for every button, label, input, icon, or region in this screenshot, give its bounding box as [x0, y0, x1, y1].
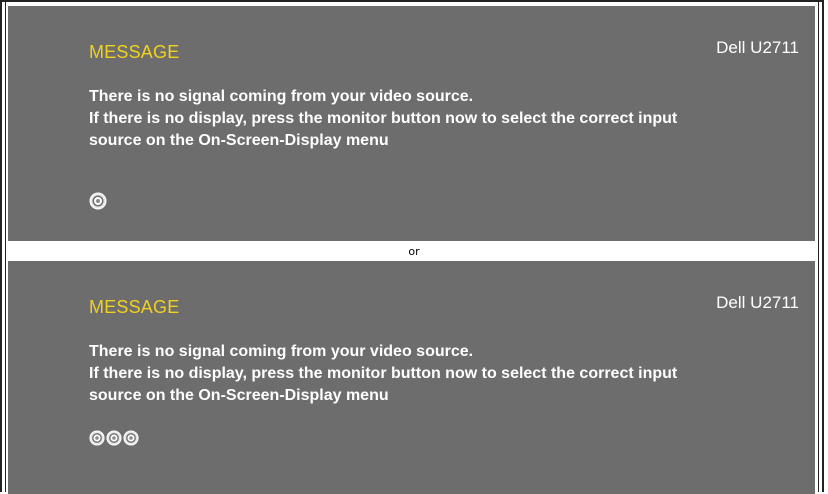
osd-message-text: There is no signal coming from your vide…: [89, 341, 811, 407]
osd-message-text: There is no signal coming from your vide…: [89, 86, 811, 152]
input-source-icon: [123, 430, 139, 451]
monitor-model: Dell U2711: [716, 293, 799, 312]
osd-message-line: source on the On-Screen-Display menu: [89, 387, 389, 404]
monitor-model: Dell U2711: [716, 38, 799, 57]
input-source-icon: [89, 430, 105, 451]
osd-message-line: If there is no display, press the monito…: [89, 365, 678, 382]
input-source-icon: [89, 192, 107, 215]
osd-message-line: If there is no display, press the monito…: [89, 110, 678, 127]
input-source-icon: [106, 430, 122, 451]
osd-title: MESSAGE: [89, 297, 180, 317]
osd-message-panel-single-input: MESSAGE Dell U2711 There is no signal co…: [8, 6, 815, 241]
input-icon-row: [89, 430, 139, 451]
input-icon-row: [89, 192, 107, 215]
osd-message-line: source on the On-Screen-Display menu: [89, 132, 389, 149]
osd-message-line: There is no signal coming from your vide…: [89, 343, 474, 360]
osd-message-line: There is no signal coming from your vide…: [89, 88, 474, 105]
osd-title: MESSAGE: [89, 42, 180, 62]
osd-message-panel-multi-input: MESSAGE Dell U2711 There is no signal co…: [8, 261, 815, 494]
separator-or: or: [408, 245, 420, 258]
